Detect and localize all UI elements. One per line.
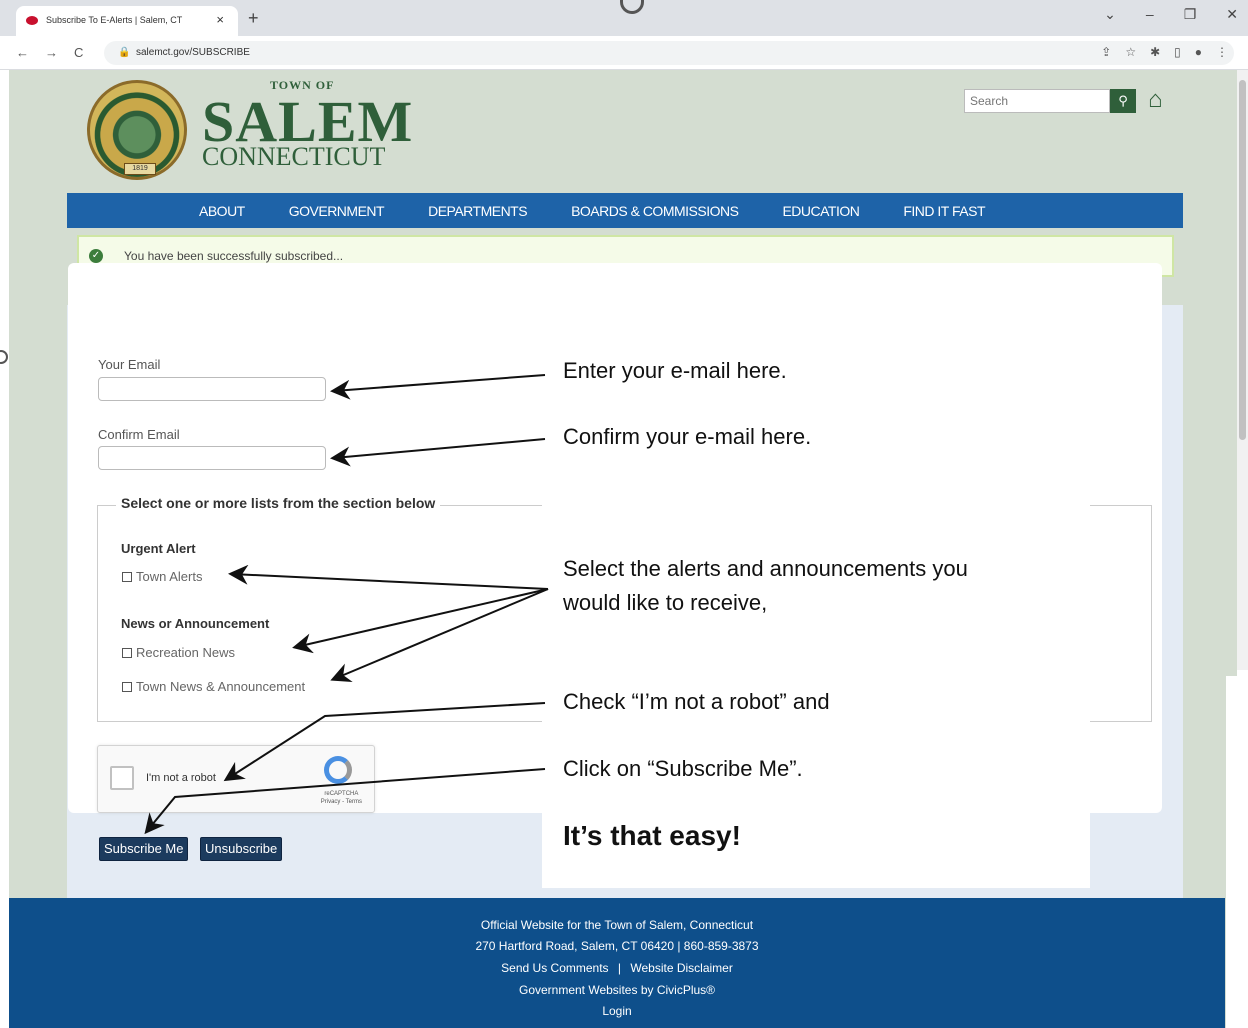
checkbox-town-alerts[interactable]: Town Alerts: [122, 569, 202, 584]
nav-boards-commissions[interactable]: BOARDS & COMMISSIONS: [571, 203, 739, 219]
email-label: Your Email: [98, 357, 161, 372]
nav-education[interactable]: EDUCATION: [782, 203, 859, 219]
omnibox-icons: ⇪ ☆ ✱ ▯ ● ⋮: [1101, 45, 1228, 59]
confirm-email-field[interactable]: [98, 446, 326, 470]
note-confirm-email: Confirm your e-mail here.: [563, 424, 812, 449]
loading-spinner-icon: [620, 0, 644, 14]
logo-connecticut: CONNECTICUT: [202, 142, 386, 171]
nav-buttons: ← → C: [16, 45, 83, 60]
town-alerts-label[interactable]: Town Alerts: [136, 569, 202, 584]
footer-links: Send Us Comments | Website Disclaimer: [9, 961, 1225, 975]
footer-separator: |: [617, 961, 622, 975]
reload-icon[interactable]: C: [74, 45, 83, 60]
civicplus-link[interactable]: Government Websites by CivicPlus®: [9, 983, 1225, 997]
lists-legend: Select one or more lists from the sectio…: [116, 495, 441, 511]
tab-title: Subscribe To E-Alerts | Salem, CT: [46, 15, 183, 25]
tab-search-icon[interactable]: ⌄: [1104, 6, 1116, 23]
recaptcha-widget: I'm not a robot reCAPTCHA Privacy - Term…: [97, 745, 375, 813]
nav-about[interactable]: ABOUT: [199, 203, 245, 219]
group-news-announcement: News or Announcement: [121, 616, 270, 631]
checkbox-recreation-news[interactable]: Recreation News: [122, 645, 235, 660]
subscribe-button[interactable]: Subscribe Me: [99, 837, 189, 861]
tab-close-icon[interactable]: ×: [216, 12, 224, 27]
note-select-line1: Select the alerts and announcements you: [563, 556, 968, 581]
new-tab-button[interactable]: +: [248, 8, 259, 29]
minimize-icon[interactable]: –: [1146, 6, 1154, 23]
town-alerts-checkbox[interactable]: [122, 571, 132, 582]
group-urgent-alert: Urgent Alert: [121, 541, 196, 556]
unsubscribe-button[interactable]: Unsubscribe: [200, 837, 283, 861]
note-subscribe: Click on “Subscribe Me”.: [563, 756, 803, 781]
note-enter-email: Enter your e-mail here.: [563, 358, 787, 383]
site-favicon-icon: [26, 16, 38, 25]
bookmark-star-icon[interactable]: ☆: [1125, 45, 1136, 59]
town-seal-logo[interactable]: 1819: [87, 80, 187, 180]
nav-departments[interactable]: DEPARTMENTS: [428, 203, 528, 219]
address-bar: ← → C 🔒 salemct.gov/SUBSCRIBE ⇪ ☆ ✱ ▯ ● …: [0, 36, 1248, 70]
restore-icon[interactable]: ❐: [1184, 6, 1197, 23]
side-panel-icon[interactable]: ▯: [1174, 45, 1181, 59]
edge-circle-icon: [0, 350, 8, 364]
seal-year: 1819: [124, 163, 156, 175]
close-window-icon[interactable]: ✕: [1226, 6, 1238, 23]
confirm-email-label: Confirm Email: [98, 427, 180, 442]
email-field[interactable]: [98, 377, 326, 401]
recaptcha-brand: reCAPTCHA Privacy - Terms: [320, 791, 362, 805]
recreation-news-label[interactable]: Recreation News: [136, 645, 235, 660]
scrollbar-thumb[interactable]: [1239, 80, 1246, 440]
lock-icon: 🔒: [118, 47, 131, 58]
browser-tab-strip: Subscribe To E-Alerts | Salem, CT × + ⌄ …: [0, 0, 1248, 36]
check-circle-icon: ✓: [89, 249, 103, 263]
window-controls: ⌄ – ❐ ✕: [1104, 6, 1238, 23]
recaptcha-label: I'm not a robot: [146, 772, 216, 784]
search-input[interactable]: [964, 89, 1110, 113]
footer-address: 270 Hartford Road, Salem, CT 06420 | 860…: [475, 939, 759, 953]
search-icon[interactable]: ⚲: [1110, 89, 1136, 113]
checkbox-town-news[interactable]: Town News & Announcement: [122, 679, 305, 694]
forward-arrow-icon[interactable]: →: [45, 45, 58, 60]
note-select-line2: would like to receive,: [563, 590, 768, 615]
extensions-icon[interactable]: ✱: [1150, 45, 1160, 59]
url-field[interactable]: 🔒 salemct.gov/SUBSCRIBE ⇪ ☆ ✱ ▯ ● ⋮: [104, 41, 1234, 65]
url-text[interactable]: salemct.gov/SUBSCRIBE: [136, 47, 250, 58]
back-arrow-icon[interactable]: ←: [16, 45, 29, 60]
home-icon[interactable]: ⌂: [1148, 86, 1163, 114]
share-icon[interactable]: ⇪: [1101, 45, 1111, 59]
success-message: You have been successfully subscribed...: [124, 249, 344, 263]
recreation-news-checkbox[interactable]: [122, 647, 132, 658]
town-news-checkbox[interactable]: [122, 681, 132, 692]
note-robot: Check “I’m not a robot” and: [563, 689, 830, 714]
recaptcha-logo-icon: [324, 756, 352, 784]
annotation-panel-edge: [1226, 676, 1248, 1028]
town-news-label[interactable]: Town News & Announcement: [136, 679, 305, 694]
nav-government[interactable]: GOVERNMENT: [289, 203, 385, 219]
login-link[interactable]: Login: [9, 1004, 1225, 1018]
footer-title: Official Website for the Town of Salem, …: [480, 918, 754, 932]
profile-icon[interactable]: ●: [1195, 45, 1202, 59]
nav-find-it-fast[interactable]: FIND IT FAST: [903, 203, 985, 219]
website-disclaimer-link[interactable]: Website Disclaimer: [630, 961, 732, 975]
page-scrollbar[interactable]: [1237, 70, 1248, 670]
site-footer: Official Website for the Town of Salem, …: [9, 898, 1225, 1028]
main-navigation: ABOUT GOVERNMENT DEPARTMENTS BOARDS & CO…: [67, 193, 1183, 228]
browser-tab[interactable]: Subscribe To E-Alerts | Salem, CT ×: [16, 6, 238, 36]
recaptcha-checkbox[interactable]: [110, 766, 134, 790]
note-easy: It’s that easy!: [563, 820, 741, 851]
menu-dots-icon[interactable]: ⋮: [1216, 45, 1228, 59]
send-comments-link[interactable]: Send Us Comments: [501, 961, 608, 975]
